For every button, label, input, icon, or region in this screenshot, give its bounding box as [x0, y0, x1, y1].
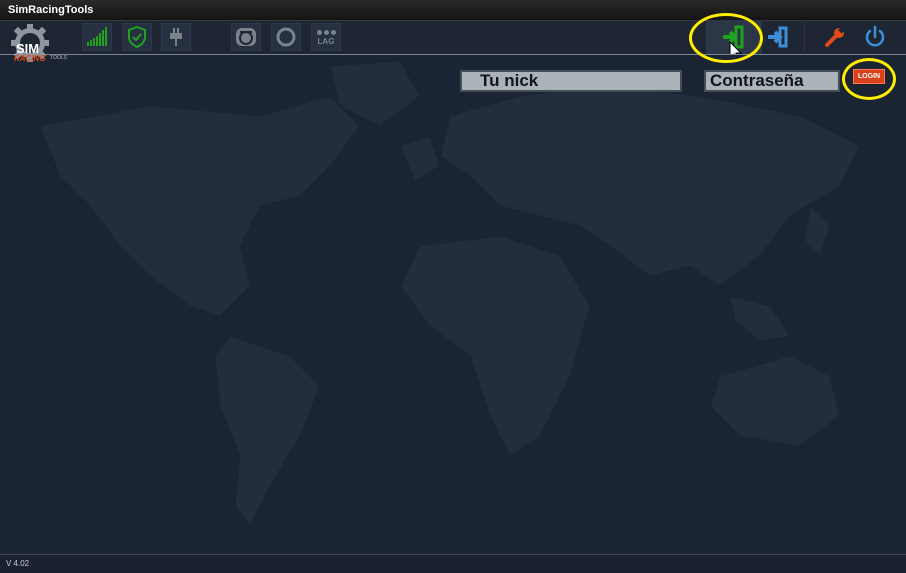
import-arrow-icon[interactable] — [763, 23, 793, 51]
nick-input[interactable]: Tu nick — [460, 70, 682, 92]
highlight-circle-toolbar — [689, 13, 763, 63]
world-map — [39, 60, 861, 527]
plug-icon[interactable] — [161, 23, 191, 51]
steering-wheel-icon[interactable] — [231, 23, 261, 51]
lag-label: LAG — [317, 37, 335, 46]
lag-icon[interactable]: LAG — [311, 23, 341, 51]
version-label: V 4.02 — [6, 559, 30, 568]
password-input[interactable]: Contraseña — [704, 70, 840, 92]
shield-check-icon[interactable] — [122, 23, 152, 51]
status-bar — [0, 554, 906, 573]
app-window: SimRacingTools SIM RACING TOOLS LAG Tu n… — [0, 0, 906, 573]
signal-bars-icon[interactable] — [82, 23, 112, 51]
highlight-circle-login — [842, 58, 896, 100]
toolbar-divider — [0, 54, 906, 55]
wrench-icon[interactable] — [820, 23, 850, 51]
ring-icon[interactable] — [271, 23, 301, 51]
toolbar-separator — [804, 22, 805, 52]
power-icon[interactable] — [860, 23, 890, 51]
window-title: SimRacingTools — [0, 0, 906, 21]
